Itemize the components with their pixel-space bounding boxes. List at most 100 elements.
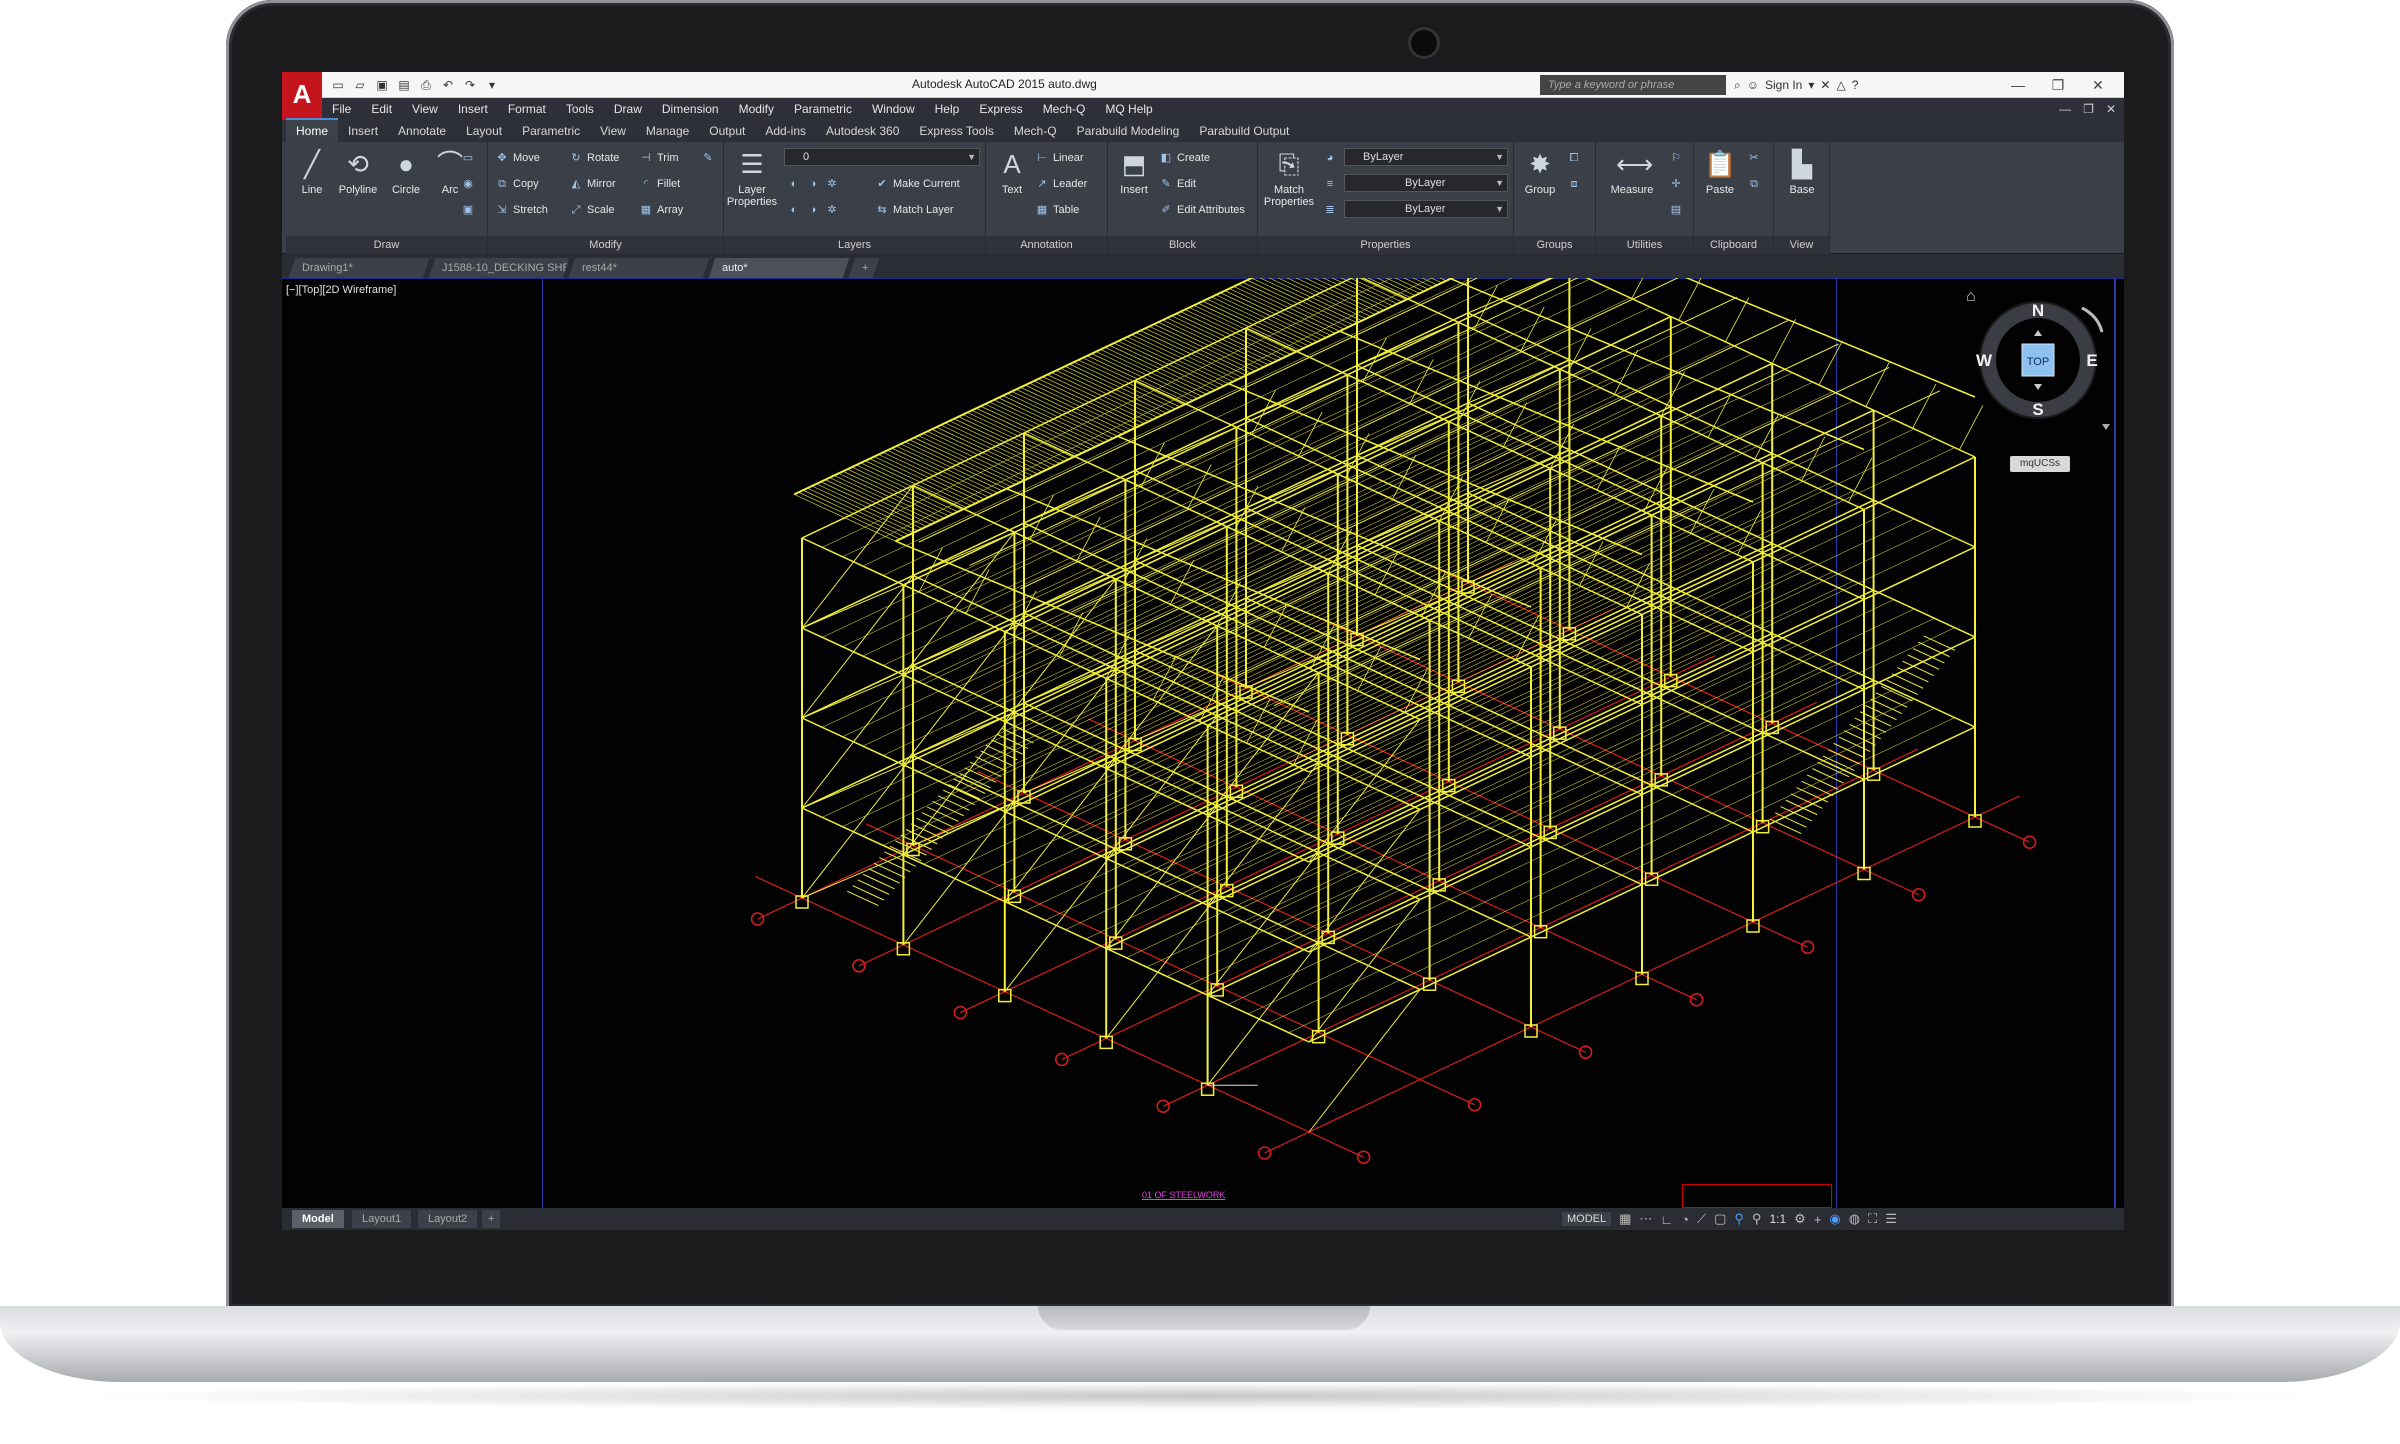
base-view-button[interactable]: ▙ Base bbox=[1776, 148, 1828, 196]
menu-edit[interactable]: Edit bbox=[361, 98, 402, 120]
annotation-visibility-icon[interactable]: ⚲ bbox=[1734, 1211, 1744, 1227]
print-icon[interactable]: ⎙ bbox=[416, 76, 436, 94]
add-icon[interactable]: + bbox=[1814, 1212, 1822, 1227]
snap-icon[interactable]: ⋯ bbox=[1639, 1211, 1652, 1227]
exchange-icon[interactable]: ✕ bbox=[1820, 75, 1830, 95]
document-tab[interactable]: rest44* bbox=[568, 258, 710, 278]
trim-button[interactable]: ⊣ Trim bbox=[638, 148, 678, 168]
close-icon[interactable]: ✕ bbox=[2078, 72, 2118, 98]
compass-south[interactable]: S bbox=[2032, 400, 2043, 419]
edit-attributes-button[interactable]: ✐ Edit Attributes bbox=[1158, 200, 1244, 220]
linear-dimension-button[interactable]: ⊢ Linear bbox=[1034, 148, 1083, 168]
hatch-button[interactable]: ◉ bbox=[460, 174, 479, 194]
doc-close-icon[interactable]: ✕ bbox=[2106, 98, 2116, 120]
linetype-dropdown[interactable]: ByLayer ▼ bbox=[1344, 174, 1508, 192]
tab-parabuild-output[interactable]: Parabuild Output bbox=[1189, 120, 1299, 142]
layout2-tab[interactable]: Layout2 bbox=[418, 1210, 478, 1228]
compass-west[interactable]: W bbox=[1976, 351, 1993, 370]
gradient-button[interactable]: ▣ bbox=[460, 200, 479, 220]
leader-button[interactable]: ↗ Leader bbox=[1034, 174, 1087, 194]
rotate-button[interactable]: ↻ Rotate bbox=[568, 148, 619, 168]
osnap-icon[interactable]: ▢ bbox=[1714, 1211, 1726, 1227]
menu-modify[interactable]: Modify bbox=[729, 98, 784, 120]
tab-mech-q[interactable]: Mech-Q bbox=[1004, 120, 1067, 142]
tab-manage[interactable]: Manage bbox=[636, 120, 699, 142]
groups-panel-title[interactable]: Groups bbox=[1514, 236, 1595, 254]
copy-button[interactable]: ⧉ Copy bbox=[494, 174, 539, 194]
edit-block-button[interactable]: ✎ Edit bbox=[1158, 174, 1196, 194]
menu-help[interactable]: Help bbox=[925, 98, 970, 120]
insert-block-button[interactable]: ⬒ Insert bbox=[1108, 148, 1160, 196]
model-tab[interactable]: Model bbox=[292, 1210, 344, 1228]
erase-button[interactable]: ✎ bbox=[700, 148, 719, 168]
tab-annotate[interactable]: Annotate bbox=[388, 120, 456, 142]
doc-restore-icon[interactable]: ❐ bbox=[2083, 98, 2094, 120]
cut-button[interactable]: ✂ bbox=[1746, 148, 1765, 168]
tab-parabuild-modeling[interactable]: Parabuild Modeling bbox=[1067, 120, 1190, 142]
modify-panel-title[interactable]: Modify bbox=[488, 236, 723, 254]
drawing-viewport[interactable]: [−][Top][2D Wireframe] ⌂ TOP N S E W mqU… bbox=[282, 278, 2124, 1208]
polar-icon[interactable]: ◔ bbox=[1681, 1212, 1689, 1227]
create-block-button[interactable]: ◧ Create bbox=[1158, 148, 1210, 168]
rectangle-button[interactable]: ▭ bbox=[460, 148, 479, 168]
tab-add-ins[interactable]: Add-ins bbox=[755, 120, 816, 142]
draw-panel-title[interactable]: Draw bbox=[286, 236, 487, 254]
group-button[interactable]: ✸ Group bbox=[1514, 148, 1566, 196]
down-arrow-icon[interactable] bbox=[2034, 384, 2042, 390]
app-menu-button[interactable]: A bbox=[282, 72, 322, 120]
move-button[interactable]: ✥ Move bbox=[494, 148, 540, 168]
menu-file[interactable]: File bbox=[322, 98, 361, 120]
calculator-button[interactable]: ▤ bbox=[1668, 200, 1687, 220]
redo-icon[interactable]: ↷ bbox=[460, 76, 480, 94]
tab-parametric[interactable]: Parametric bbox=[512, 120, 590, 142]
tab-home[interactable]: Home bbox=[286, 118, 339, 142]
document-tab[interactable]: Drawing1* bbox=[288, 258, 430, 278]
menu-window[interactable]: Window bbox=[862, 98, 925, 120]
layout1-tab[interactable]: Layout1 bbox=[352, 1210, 412, 1228]
block-panel-title[interactable]: Block bbox=[1108, 236, 1257, 254]
document-tab[interactable]: J1588-10_DECKING SHEET PLAN* bbox=[428, 258, 570, 278]
help-icon[interactable]: ? bbox=[1852, 75, 1859, 95]
copy-clip-button[interactable]: ⧉ bbox=[1746, 174, 1765, 194]
workspace-gear-icon[interactable]: ⚙ bbox=[1794, 1211, 1806, 1227]
new-tab-icon[interactable]: + bbox=[848, 258, 880, 278]
menu-parametric[interactable]: Parametric bbox=[784, 98, 862, 120]
stretch-button[interactable]: ⇲ Stretch bbox=[494, 200, 547, 220]
layer-tools-row2[interactable]: ◐ ◑ ✲ bbox=[786, 200, 843, 220]
match-properties-button[interactable]: ⎘ Match Properties bbox=[1258, 148, 1320, 208]
point-id-button[interactable]: ✛ bbox=[1668, 174, 1687, 194]
tab-view[interactable]: View bbox=[590, 120, 636, 142]
color-dropdown[interactable]: ByLayer ▼ bbox=[1344, 148, 1508, 166]
make-current-button[interactable]: ✔ Make Current bbox=[874, 174, 959, 194]
annotation-scale[interactable]: 1:1 bbox=[1769, 1212, 1786, 1226]
tab-output[interactable]: Output bbox=[699, 120, 755, 142]
sign-in-button[interactable]: Sign In bbox=[1765, 75, 1802, 95]
tab-layout[interactable]: Layout bbox=[456, 120, 512, 142]
match-layer-button[interactable]: ⇆ Match Layer bbox=[874, 200, 953, 220]
utilities-panel-title[interactable]: Utilities bbox=[1596, 236, 1693, 254]
model-space-toggle[interactable]: MODEL bbox=[1562, 1212, 1612, 1226]
menu-mq-help[interactable]: MQ Help bbox=[1095, 98, 1162, 120]
clean-screen-icon[interactable]: ⛶ bbox=[1868, 1211, 1877, 1227]
save-as-icon[interactable]: ▤ bbox=[394, 76, 414, 94]
viewcube[interactable]: TOP N S E W bbox=[1970, 300, 2120, 450]
customize-menu-icon[interactable]: ☰ bbox=[1885, 1211, 1897, 1227]
menu-format[interactable]: Format bbox=[498, 98, 556, 120]
new-file-icon[interactable]: ▭ bbox=[328, 76, 348, 94]
minimize-icon[interactable]: — bbox=[1998, 72, 2038, 98]
restore-icon[interactable]: ❐ bbox=[2038, 72, 2078, 98]
qat-dropdown-icon[interactable]: ▾ bbox=[482, 76, 502, 94]
menu-view[interactable]: View bbox=[402, 98, 448, 120]
auto-scale-icon[interactable]: ⚲ bbox=[1752, 1211, 1762, 1227]
save-icon[interactable]: ▣ bbox=[372, 76, 392, 94]
fillet-button[interactable]: ◜ Fillet bbox=[638, 174, 680, 194]
grid-icon[interactable]: ▦ bbox=[1619, 1211, 1631, 1227]
tab-autodesk-360[interactable]: Autodesk 360 bbox=[816, 120, 909, 142]
menu-dimension[interactable]: Dimension bbox=[652, 98, 729, 120]
properties-panel-title[interactable]: Properties bbox=[1258, 236, 1513, 254]
ungroup-button[interactable]: ⧠ bbox=[1566, 148, 1585, 168]
binoculars-icon[interactable]: ⌕ bbox=[1734, 75, 1741, 95]
undo-icon[interactable]: ↶ bbox=[438, 76, 458, 94]
annotation-panel-title[interactable]: Annotation bbox=[986, 236, 1107, 254]
text-button[interactable]: A Text bbox=[986, 148, 1038, 196]
